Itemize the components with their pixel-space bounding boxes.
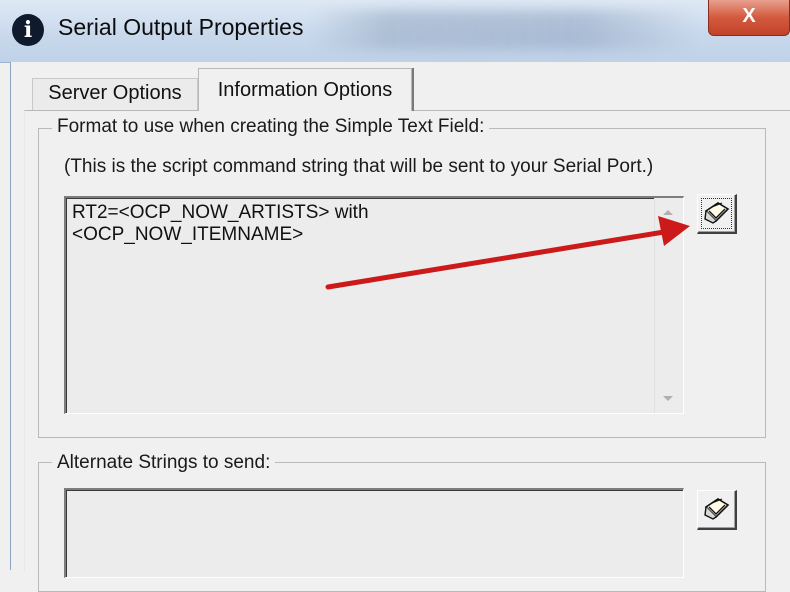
window-title: Serial Output Properties — [58, 14, 304, 40]
format-hint-text: (This is the script command string that … — [64, 156, 654, 177]
info-icon: i — [12, 14, 44, 46]
close-button[interactable]: X — [708, 0, 790, 36]
title-blur — [310, 10, 700, 50]
edit-alternate-button[interactable] — [697, 490, 737, 530]
alternate-group-legend: Alternate Strings to send: — [52, 452, 276, 474]
tab-information-options[interactable]: Information Options — [198, 68, 412, 111]
title-bar: i Serial Output Properties X — [0, 0, 790, 63]
script-scrollbar[interactable] — [654, 198, 683, 413]
script-text: RT2=<OCP_NOW_ARTISTS> with <OCP_NOW_ITEM… — [72, 202, 369, 245]
script-textarea[interactable]: RT2=<OCP_NOW_ARTISTS> with <OCP_NOW_ITEM… — [64, 196, 684, 414]
edit-script-button[interactable] — [697, 194, 737, 234]
scroll-down-icon[interactable] — [663, 396, 673, 401]
edit-script-icon — [704, 498, 730, 520]
scroll-up-icon[interactable] — [663, 210, 673, 215]
format-group-legend: Format to use when creating the Simple T… — [52, 116, 490, 138]
alternate-textarea[interactable] — [64, 488, 684, 578]
tab-server-options[interactable]: Server Options — [32, 78, 198, 110]
edit-script-icon — [704, 202, 730, 224]
